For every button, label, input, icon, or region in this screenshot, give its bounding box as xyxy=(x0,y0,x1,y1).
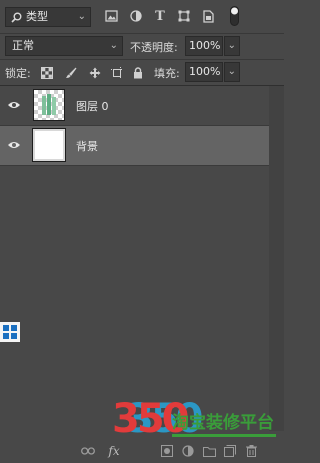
watermark-text: 淘宝装修平台 xyxy=(172,413,274,433)
layers-bottom-toolbar: fx xyxy=(0,441,284,463)
search-icon xyxy=(10,10,22,24)
add-mask-icon[interactable] xyxy=(160,444,174,458)
layer-thumbnail-image xyxy=(42,94,56,115)
opacity-input[interactable]: 100% xyxy=(185,36,223,56)
filter-adjustment-layer-icon[interactable] xyxy=(129,9,143,23)
visibility-eye-icon[interactable] xyxy=(6,98,22,112)
chevron-down-icon: ⌄ xyxy=(227,66,236,77)
lock-artboard-icon[interactable] xyxy=(110,66,123,79)
new-layer-icon[interactable] xyxy=(223,444,237,458)
filter-pixel-layer-icon[interactable] xyxy=(104,9,118,23)
fill-slider-button[interactable]: ⌄ xyxy=(224,62,240,82)
lock-all-padlock-icon[interactable] xyxy=(132,66,144,79)
filter-smart-object-icon[interactable] xyxy=(201,9,215,23)
filter-toggle-switch-icon[interactable] xyxy=(229,6,239,26)
layer-name: 图层 0 xyxy=(76,100,109,113)
layer-thumbnail xyxy=(33,129,65,161)
layer-row-selected[interactable]: 背景 xyxy=(0,126,269,166)
lock-options-bar: 锁定: 填充: 100% ⌄ xyxy=(0,60,284,86)
lock-label: 锁定: xyxy=(5,67,31,80)
filter-shape-layer-icon[interactable] xyxy=(177,9,191,23)
fill-label: 填充: xyxy=(154,67,180,80)
layer-kind-dropdown[interactable]: 类型 ⌄ xyxy=(5,7,91,27)
layer-kind-value: 类型 xyxy=(26,10,48,23)
layer-thumbnail xyxy=(33,89,65,121)
opacity-label: 不透明度: xyxy=(130,41,178,54)
fill-value: 100% xyxy=(189,65,221,78)
chevron-down-icon: ⌄ xyxy=(227,40,236,51)
windows-logo-icon xyxy=(0,322,20,342)
layer-filter-bar: 类型 ⌄ T xyxy=(0,0,284,34)
fill-input[interactable]: 100% xyxy=(185,62,223,82)
new-adjustment-layer-icon[interactable] xyxy=(181,444,195,458)
layer-name: 背景 xyxy=(76,140,98,153)
opacity-value: 100% xyxy=(189,39,221,52)
chevron-down-icon: ⌄ xyxy=(77,11,86,22)
lock-position-move-icon[interactable] xyxy=(88,66,101,79)
layer-row[interactable]: 图层 0 xyxy=(0,86,269,126)
chevron-down-icon: ⌄ xyxy=(109,40,118,51)
layer-style-fx-icon[interactable]: fx xyxy=(106,443,122,459)
lock-transparent-pixels-icon[interactable] xyxy=(40,66,53,79)
blend-mode-value: 正常 xyxy=(12,39,34,52)
new-group-folder-icon[interactable] xyxy=(202,444,216,458)
link-layers-icon[interactable] xyxy=(80,444,96,458)
delete-layer-trash-icon[interactable] xyxy=(244,444,258,458)
blend-mode-dropdown[interactable]: 正常 ⌄ xyxy=(5,36,123,56)
filter-type-layer-icon[interactable]: T xyxy=(153,8,167,24)
watermark-underline xyxy=(172,434,276,437)
opacity-slider-button[interactable]: ⌄ xyxy=(224,36,240,56)
layers-scrollbar[interactable] xyxy=(269,86,284,431)
lock-image-pixels-brush-icon[interactable] xyxy=(64,66,77,79)
visibility-eye-icon[interactable] xyxy=(6,138,22,152)
blend-options-bar: 正常 ⌄ 不透明度: 100% ⌄ xyxy=(0,34,284,60)
